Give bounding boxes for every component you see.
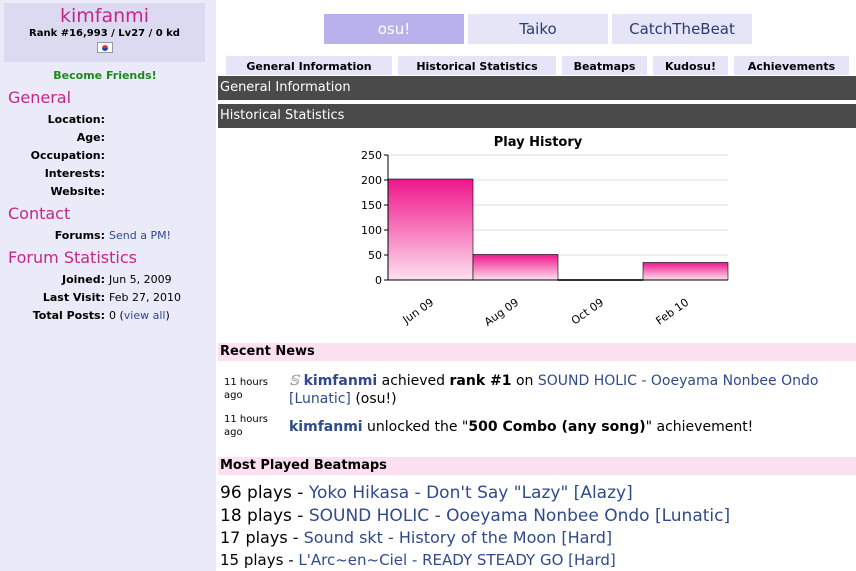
play-count: 96 plays -: [220, 483, 309, 503]
chart-y-axis: 0 50 100 150 200 250: [361, 149, 388, 287]
play-history-chart: Play History 0 50 100 150 200 250 Jun 09 Aug 0…: [361, 135, 729, 328]
play-count: 17 plays -: [220, 528, 304, 547]
become-friends-link[interactable]: Become Friends!: [0, 69, 210, 82]
play-count: 15 plays -: [220, 551, 299, 569]
most-played-item: 15 plays - L'Arc~en~Ciel - READY STEADY …: [220, 551, 616, 569]
bar: [472, 254, 559, 281]
news-text-2: on: [511, 373, 538, 389]
news-achievement: 500 Combo (any song): [468, 419, 646, 435]
bar: [387, 178, 474, 281]
y-tick-label: 250: [361, 149, 382, 162]
news-text-3: (osu!): [350, 391, 397, 407]
play-count: 18 plays -: [220, 506, 309, 526]
tab-achievements[interactable]: Achievements: [734, 56, 849, 75]
y-tick-label: 200: [361, 174, 382, 187]
website-label: Website:: [50, 185, 105, 198]
news-time: 11 hours ago: [224, 414, 269, 438]
username: kimfanmi: [60, 5, 149, 27]
news-time: 11 hours ago: [224, 377, 269, 401]
recent-news-header: Recent News: [218, 343, 856, 361]
chart-title: Play History: [494, 135, 583, 150]
most-played-item: 17 plays - Sound skt - History of the Mo…: [220, 528, 612, 547]
news-text-1: unlocked the ": [362, 419, 469, 435]
most-played-item: 96 plays - Yoko Hikasa - Don't Say "Lazy…: [220, 483, 633, 503]
x-tick-label: Oct 09: [569, 296, 606, 328]
news-item: kimfanmi unlocked the "500 Combo (any so…: [289, 418, 849, 436]
news-user-link[interactable]: kimfanmi: [289, 419, 363, 435]
total-posts-close: ): [165, 309, 170, 322]
y-tick-label: 100: [361, 224, 382, 237]
last-visit-label: Last Visit:: [42, 291, 105, 304]
tab-mode-catchthebeat[interactable]: CatchTheBeat: [612, 14, 752, 44]
age-label: Age:: [76, 131, 105, 144]
general-section-title: General: [8, 88, 72, 107]
y-tick-label: 150: [361, 199, 382, 212]
forums-label: Forums:: [54, 229, 105, 242]
contact-section-title: Contact: [8, 204, 71, 223]
rank-line: Rank #16,993 / Lv27 / 0 kd: [29, 28, 180, 39]
most-played-item: 18 plays - SOUND HOLIC - Ooeyama Nonbee …: [220, 506, 730, 526]
total-posts-value: 0 (view all): [109, 309, 170, 322]
news-text-2: " achievement!: [645, 419, 754, 435]
tab-mode-osu[interactable]: osu!: [324, 14, 464, 44]
historical-statistics-header[interactable]: Historical Statistics: [218, 104, 856, 128]
tab-mode-taiko[interactable]: Taiko: [468, 14, 608, 44]
joined-label: Joined:: [62, 273, 105, 286]
chart-x-axis: Jun 09 Aug 09 Oct 09 Feb 10: [400, 296, 692, 328]
total-posts-count: 0 (: [109, 309, 124, 322]
beatmap-link[interactable]: Sound skt - History of the Moon [Hard]: [304, 528, 613, 547]
osu-mode-icon: 𝕊: [289, 373, 300, 389]
profile-summary: kimfanmi Rank #16,993 / Lv27 / 0 kd: [4, 3, 205, 62]
beatmap-link[interactable]: Yoko Hikasa - Don't Say "Lazy" [Alazy]: [309, 483, 633, 503]
location-label: Location:: [47, 113, 105, 126]
tab-general-information[interactable]: General Information: [226, 56, 392, 75]
bar: [642, 262, 729, 281]
news-user-link[interactable]: kimfanmi: [304, 373, 378, 389]
joined-value: Jun 5, 2009: [109, 273, 172, 286]
last-visit-value: Feb 27, 2010: [109, 291, 181, 304]
send-pm-link[interactable]: Send a PM!: [109, 229, 171, 242]
total-posts-label: Total Posts:: [32, 309, 105, 322]
news-rank: rank #1: [449, 373, 512, 389]
country-flag-icon: [96, 42, 113, 53]
beatmap-link[interactable]: SOUND HOLIC - Ooeyama Nonbee Ondo [Lunat…: [309, 506, 730, 526]
tab-historical-statistics[interactable]: Historical Statistics: [398, 56, 556, 75]
tab-kudosu[interactable]: Kudosu!: [653, 56, 728, 75]
most-played-header: Most Played Beatmaps: [218, 457, 856, 475]
tab-beatmaps[interactable]: Beatmaps: [562, 56, 647, 75]
news-item: 𝕊 kimfanmi achieved rank #1 on SOUND HOL…: [289, 372, 849, 408]
x-tick-label: Jun 09: [400, 296, 437, 327]
view-all-posts-link[interactable]: view all: [124, 309, 166, 322]
y-tick-label: 0: [375, 274, 382, 287]
interests-label: Interests:: [44, 167, 105, 180]
news-text-1: achieved: [377, 373, 450, 389]
x-tick-label: Aug 09: [482, 296, 521, 328]
x-tick-label: Feb 10: [653, 296, 691, 328]
beatmap-link[interactable]: L'Arc~en~Ciel - READY STEADY GO [Hard]: [298, 551, 615, 569]
y-tick-label: 50: [368, 249, 382, 262]
general-information-header[interactable]: General Information: [218, 76, 856, 100]
occupation-label: Occupation:: [30, 149, 105, 162]
profile-sidebar: kimfanmi Rank #16,993 / Lv27 / 0 kd Beco…: [0, 0, 216, 571]
forum-stats-section-title: Forum Statistics: [8, 248, 137, 267]
